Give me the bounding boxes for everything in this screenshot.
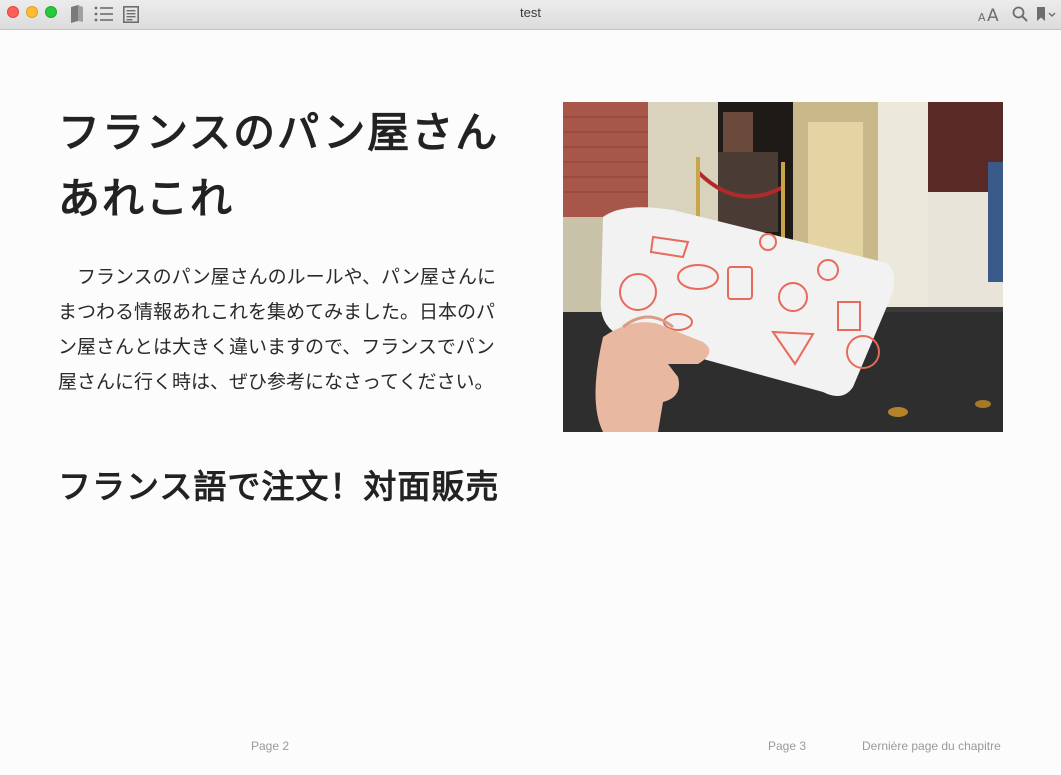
- font-size-icon[interactable]: A A: [976, 3, 1004, 25]
- section-heading: フランス語で注文！対面販売: [58, 467, 500, 506]
- window-title: test: [520, 5, 541, 20]
- svg-text:A: A: [987, 6, 999, 23]
- last-page-of-chapter-note: Dernière page du chapitre: [862, 739, 1001, 753]
- bookmark-icon[interactable]: [1033, 3, 1061, 25]
- left-page: フランスのパン屋さんあれこれ フランスのパン屋さんのルールや、パン屋さんにまつわ…: [58, 100, 503, 511]
- chapter-title: フランスのパン屋さんあれこれ: [58, 108, 500, 223]
- bakery-bag-photo: [563, 102, 1003, 432]
- svg-text:A: A: [978, 11, 986, 23]
- search-icon[interactable]: [1009, 3, 1031, 25]
- books-window: test A A フランスのパン屋さんあれこれ フランスのパン屋さんのルールや、…: [0, 0, 1061, 775]
- left-page-number: Page 2: [251, 739, 290, 753]
- right-page-number: Page 3: [768, 739, 807, 753]
- intro-paragraph: フランスのパン屋さんのルールや、パン屋さんにまつわる情報あれこれを集めてみました…: [58, 266, 496, 393]
- title-bar: test A A: [0, 0, 1061, 30]
